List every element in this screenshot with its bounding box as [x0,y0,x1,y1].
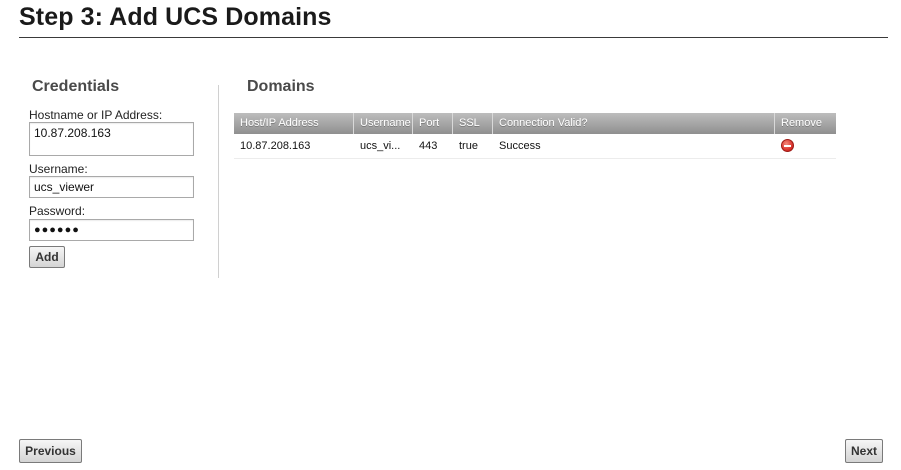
hostname-field[interactable]: 10.87.208.163 [29,122,194,156]
next-button[interactable]: Next [845,439,883,463]
hostname-label: Hostname or IP Address: [29,108,163,122]
column-header-port[interactable]: Port [413,113,453,134]
table-header: Host/IP Address Username Port SSL Connec… [234,113,836,134]
page-title: Step 3: Add UCS Domains [19,3,332,31]
domains-table: Host/IP Address Username Port SSL Connec… [234,113,836,159]
panel-divider [218,85,219,278]
password-field[interactable]: ●●●●●● [29,219,194,241]
cell-ssl: true [459,140,478,152]
previous-button[interactable]: Previous [19,439,82,463]
wizard-page: Step 3: Add UCS Domains Credentials Host… [0,0,901,470]
title-divider [19,37,888,38]
table-row[interactable]: 10.87.208.163 ucs_vi... 443 true Success [234,134,836,159]
cell-username: ucs_vi... [360,140,401,152]
credentials-heading: Credentials [32,78,120,95]
username-label: Username: [29,162,88,176]
domains-heading: Domains [247,78,315,95]
column-header-username[interactable]: Username [354,113,413,134]
cell-remove [775,134,836,158]
column-header-host[interactable]: Host/IP Address [234,113,354,134]
remove-icon[interactable] [781,138,794,152]
username-field[interactable]: ucs_viewer [29,176,194,198]
column-header-ssl[interactable]: SSL [453,113,493,134]
column-header-connection-valid[interactable]: Connection Valid? [493,113,775,134]
column-header-remove[interactable]: Remove [775,113,836,134]
cell-host: 10.87.208.163 [240,140,311,152]
password-label: Password: [29,204,86,218]
cell-connection-valid: Success [499,140,541,152]
cell-port: 443 [419,140,438,152]
add-button[interactable]: Add [29,246,65,268]
